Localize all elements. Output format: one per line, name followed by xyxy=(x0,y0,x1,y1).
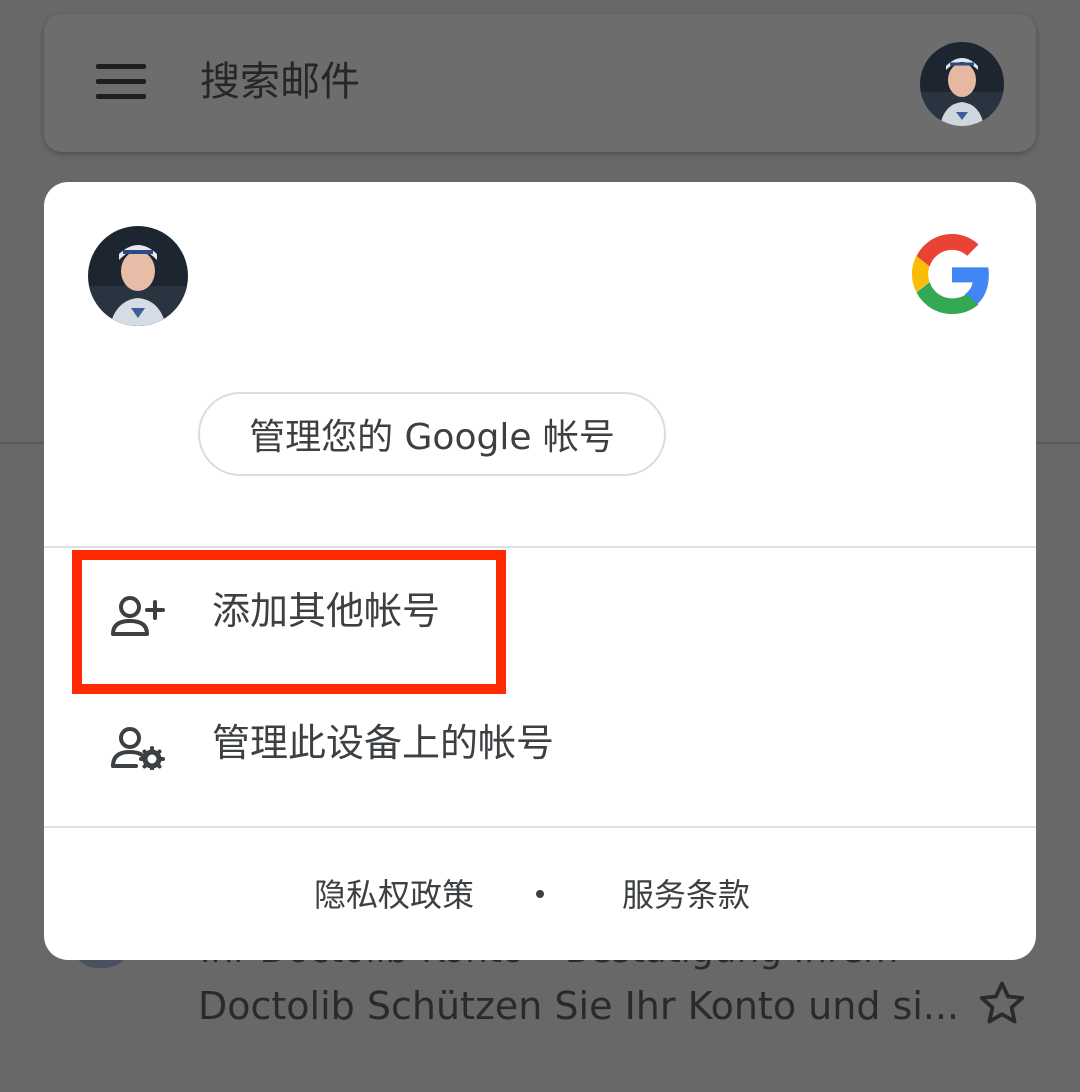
avatar[interactable] xyxy=(920,42,1004,126)
manage-device-accounts-label: 管理此设备上的帐号 xyxy=(212,721,555,765)
card-divider xyxy=(44,826,1036,828)
star-icon[interactable] xyxy=(974,976,1030,1032)
add-account-row[interactable]: 添加其他帐号 xyxy=(44,558,1036,668)
card-divider xyxy=(44,546,1036,548)
account-card: 管理您的 Google 帐号 添加其他帐号 管理此设备上的帐号 隐私权政策 服务… xyxy=(44,182,1036,960)
search-placeholder[interactable]: 搜索邮件 xyxy=(200,56,360,108)
manage-google-account-button[interactable]: 管理您的 Google 帐号 xyxy=(198,392,666,476)
search-bar[interactable]: 搜索邮件 xyxy=(44,14,1036,152)
privacy-policy-link[interactable]: 隐私权政策 xyxy=(314,870,474,916)
add-account-label: 添加其他帐号 xyxy=(212,589,441,633)
manage-accounts-icon xyxy=(110,726,166,772)
card-footer: 隐私权政策 服务条款 xyxy=(44,862,1036,926)
email-snippet[interactable]: Doctolib Schützen Sie Ihr Konto und si..… xyxy=(198,984,959,1028)
manage-device-accounts-row[interactable]: 管理此设备上的帐号 xyxy=(44,690,1036,800)
hamburger-menu-icon[interactable] xyxy=(96,64,148,100)
footer-separator-dot xyxy=(536,890,544,898)
account-avatar xyxy=(88,226,188,326)
terms-of-service-link[interactable]: 服务条款 xyxy=(622,870,750,916)
add-person-icon xyxy=(110,594,166,638)
google-logo xyxy=(912,234,992,314)
